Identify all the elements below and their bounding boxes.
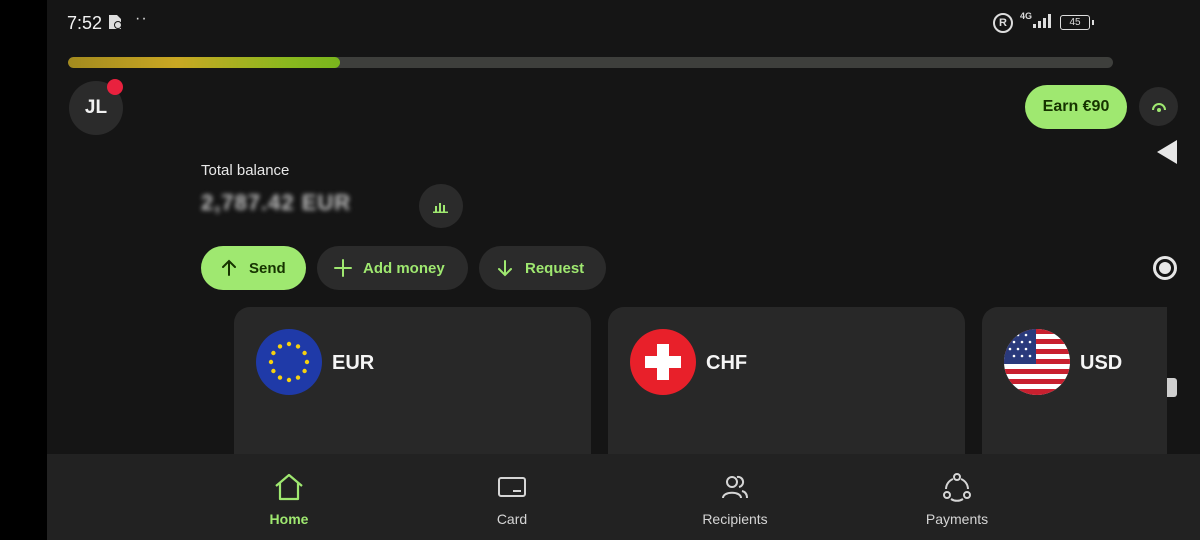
plus-icon — [334, 259, 352, 277]
currency-code: USD — [1080, 352, 1123, 374]
nav-label: Home — [269, 511, 309, 527]
signal-icon — [1033, 14, 1051, 28]
swiss-flag-icon — [630, 329, 696, 395]
system-back-icon[interactable] — [1157, 140, 1177, 164]
bottom-nav: Home Card Recipients Payments — [47, 454, 1200, 540]
status-more-dots: ·· — [135, 10, 148, 27]
home-icon — [275, 473, 303, 501]
system-home-icon[interactable] — [1153, 256, 1177, 280]
add-money-button[interactable]: Add money — [317, 246, 468, 290]
send-button[interactable]: Send — [201, 246, 306, 290]
notification-dot — [107, 79, 123, 95]
battery-icon: 45 — [1060, 15, 1094, 30]
currency-code: CHF — [706, 352, 748, 374]
earn-button[interactable]: Earn €90 — [1025, 85, 1127, 129]
progress-bar — [68, 57, 1113, 68]
card-icon — [498, 477, 526, 497]
account-cards: EUR CHF USD — [234, 307, 1167, 457]
network-type: 4G — [1020, 11, 1033, 21]
arrow-down-icon — [498, 260, 512, 277]
nav-recipients[interactable]: Recipients — [665, 454, 805, 540]
recipients-icon — [722, 475, 748, 499]
request-label: Request — [525, 259, 585, 277]
registered-icon: R — [993, 13, 1013, 33]
status-time: 7:52 — [67, 13, 103, 33]
nav-label: Payments — [925, 511, 989, 527]
help-button[interactable] — [1139, 87, 1178, 126]
currency-code: EUR — [332, 352, 375, 374]
bar-chart-icon — [433, 203, 448, 213]
nav-label: Recipients — [702, 511, 768, 527]
eu-flag-icon — [256, 329, 322, 395]
add-money-label: Add money — [363, 259, 445, 277]
account-card-usd[interactable]: USD — [982, 307, 1167, 457]
nav-payments[interactable]: Payments — [887, 454, 1027, 540]
request-button[interactable]: Request — [479, 246, 606, 290]
send-label: Send — [249, 259, 286, 277]
app-screen: 7:52 ·· R 4G 45 JL Earn €90 Total balanc… — [47, 0, 1200, 540]
payments-icon — [943, 473, 971, 502]
account-card-eur[interactable]: EUR — [234, 307, 591, 457]
progress-fill — [68, 57, 340, 68]
insights-button[interactable] — [419, 184, 463, 228]
notification-app-icon — [109, 15, 122, 29]
nav-home[interactable]: Home — [219, 454, 359, 540]
arrow-up-icon — [222, 259, 236, 276]
account-card-chf[interactable]: CHF — [608, 307, 965, 457]
balance-label: Total balance — [201, 162, 290, 179]
nav-card[interactable]: Card — [442, 454, 582, 540]
support-icon — [1151, 102, 1166, 112]
balance-value: 2,787.42 EUR — [201, 190, 352, 215]
us-flag-icon — [1004, 329, 1070, 395]
nav-label: Card — [496, 511, 528, 527]
